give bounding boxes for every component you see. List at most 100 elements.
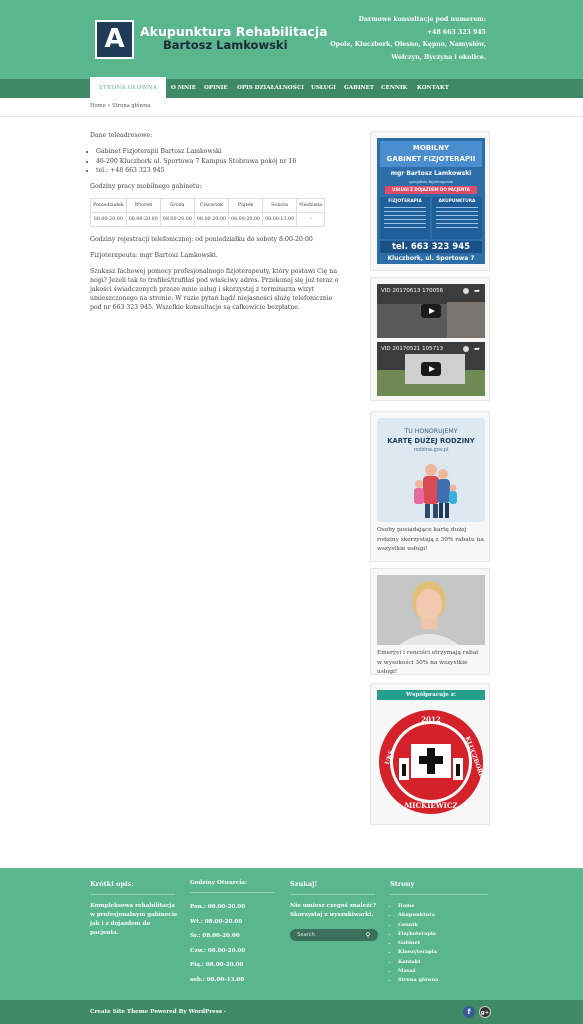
nav-item-gabinet[interactable]: Gabinet [344,79,374,98]
video-title: VID 20170521 105713 [381,346,444,352]
poster-address: Kluczbork, ul. Sportowa 7 [387,255,475,262]
footer-link[interactable]: Kinezyterapia [398,948,490,957]
search-box: ⚲ [290,929,378,941]
hours-row: Czw.: 08.00-20.00 [190,947,246,954]
search-input[interactable] [297,931,361,939]
table-cell: 08.00-13.00 [262,211,298,227]
nav-item-o-mnie[interactable]: O mnie [171,79,196,98]
table-header-cell: Czwartek [193,197,229,213]
therapist-name: Fizjoterapeuta: mgr Bartosz Lamkowski. [90,251,218,259]
portrait-image [377,575,485,645]
poster-name: mgr Bartosz Lamkowski [390,170,472,177]
play-icon[interactable] [421,362,441,376]
footer-link[interactable]: Kontakt [398,958,490,967]
poster-col-right: AKUPUNKTURA [432,197,482,239]
footer-link[interactable]: Masaż [398,967,490,976]
header-contact: Darmowe konsultacje pod numerem: +48 663… [286,14,486,64]
nav-item-cennik[interactable]: Cennik [381,79,407,98]
list-item: tel.: +48 663 323 945 [96,166,340,176]
family-card-image[interactable]: TU HONORUJEMY KARTĘ DUŻEJ RODZINY rodzin… [377,418,485,522]
table-header-cell: Poniedziałek [90,197,127,213]
footer-search-text: Nie umiesz czegoś znaleźć? Skorzystaj z … [290,903,376,918]
poster-specialist: specjalista fizjoterapeuta [408,180,454,184]
video-player[interactable]: VID 20170521 105713 ➦ [377,342,485,396]
hours-row: sob.: 08.00-13.00 [190,976,245,983]
search-icon[interactable]: ⚲ [364,931,372,939]
poster-col-left: FIZJOTERAPIA [380,197,430,239]
poster-col-right-title: AKUPUNKTURA [438,199,476,204]
kdr-line1: TU HONORUJEMY [404,428,458,435]
footer-heading: Strony [390,880,415,888]
nav-item-strona-glowna[interactable]: Strona główna [90,77,166,98]
address-list: Gabinet Fizjoterapii Bartosz Lamkowski 4… [90,147,340,176]
share-icon[interactable]: ➦ [474,345,480,353]
clock-icon[interactable] [463,346,469,352]
clock-icon[interactable] [463,288,469,294]
contact-line: Darmowe konsultacje pod numerem: [358,16,486,23]
mobile-clinic-poster[interactable]: MOBILNY GABINET FIZJOTERAPII mgr Bartosz… [377,138,485,264]
registration-hours: Godziny rejestracji telefonicznej: od po… [90,235,313,243]
video-player[interactable]: VID 20170613 170056 ➦ [377,284,485,338]
play-icon[interactable] [421,304,441,318]
table-header-cell: Wtorek [125,197,161,213]
contact-line: Wołczyn, Byczyna i okolice. [391,53,486,61]
footer-about: Krótki opis: Kompleksowa rehabilitacja w… [90,880,180,938]
google-plus-icon[interactable]: g+ [479,1006,491,1018]
table-row: Poniedziałek Wtorek Środa Czwartek Piąte… [90,197,326,213]
footer-link[interactable]: Home [398,902,490,911]
family-icon [414,464,457,518]
share-icon[interactable]: ➦ [474,287,480,295]
facebook-icon[interactable]: f [463,1006,475,1018]
cooperation-widget: Współpracuje z: 2012 UKS MICKIEWICZ KLUC… [370,683,490,825]
footer-link[interactable]: Akupunktura [398,911,490,920]
main-navigation: Strona główna O mnie Opinie Opis działal… [0,77,583,98]
nav-item-opis-dzialalnosci[interactable]: Opis działalności [237,79,304,98]
senior-discount-widget: Emeryci i renciści otrzymają rabat w wys… [370,568,490,675]
senior-photo[interactable] [377,575,485,645]
senior-caption: Emeryci i renciści otrzymają rabat w wys… [377,650,479,675]
table-header-cell: Sobota [262,197,298,213]
footer-about-text: Kompleksowa rehabilitacja w profesjonaln… [90,903,178,936]
hours-title: Godziny pracy mobilnego gabinetu: [90,182,202,190]
contact-phone: +48 663 323 945 [426,28,486,36]
kdr-line3: rodzina.gov.pl [413,447,449,453]
table-header-cell: Piątek [227,197,264,213]
poster-title: MOBILNY [412,144,450,152]
poster-phone: tel. 663 323 945 [380,241,482,253]
logo-year: 2012 [421,715,441,724]
footer-credit[interactable]: Create Site Theme Powered By WordPress - [90,1009,226,1015]
club-logo-icon[interactable]: 2012 UKS MICKIEWICZ KLUCZBORK [377,706,485,818]
video-widget: VID 20170613 170056 ➦ VID 20170521 10571… [370,277,490,401]
table-cell: 08.00-20.00 [125,211,161,227]
hours-row: Pon.: 08.00-20.00 [190,904,246,910]
kdr-line2: KARTĘ DUŻEJ RODZINY [387,437,475,445]
video-title: VID 20170613 170056 [381,288,444,294]
footer-heading: Krótki opis: [90,880,134,888]
breadcrumb[interactable]: Home » Strona główna [90,103,150,109]
hours-row: Pią.: 08.00-20.00 [190,962,244,968]
nav-item-kontakt[interactable]: Kontakt [417,79,449,98]
footer-heading: Szukaj! [290,880,318,888]
main-content: Dane teleadresowe: Gabinet Fizjoterapii … [90,131,340,319]
footer-link[interactable]: Strona główna [398,976,490,985]
divider [0,116,583,117]
logo-icon[interactable]: A [95,20,134,59]
nav-item-opinie[interactable]: Opinie [204,79,228,98]
contact-intro: Dane teleadresowe: [90,132,153,139]
footer-hours: Godziny Otwarcia: Pon.: 08.00-20.00 Wt.:… [190,880,280,987]
table-cell: 08.00-20.00 [159,211,195,227]
footer-link[interactable]: Cennik [398,921,490,930]
footer-heading: Godziny Otwarcia: [190,880,248,886]
family-card-caption: Osoby posiadające kartę dużej rodziny sk… [377,527,484,552]
pitch-paragraph: Szukasz fachowej pomocy profesjonalnego … [90,267,339,311]
poster-col-left-title: FIZJOTERAPIA [388,199,422,204]
table-cell: - [296,211,326,227]
table-header-cell: Środa [159,197,195,213]
footer-search: Szukaj! Nie umiesz czegoś znaleźć? Skorz… [290,880,382,941]
site-footer: Krótki opis: Kompleksowa rehabilitacja w… [0,868,583,1000]
family-card-widget: TU HONORUJEMY KARTĘ DUŻEJ RODZINY rodzin… [370,411,490,562]
footer-link[interactable]: Fizykoterapia [398,930,490,939]
nav-item-uslugi[interactable]: Usługi [311,79,336,98]
table-cell: 08.00-20.00 [227,211,264,227]
footer-link[interactable]: Gabinet [398,939,490,948]
